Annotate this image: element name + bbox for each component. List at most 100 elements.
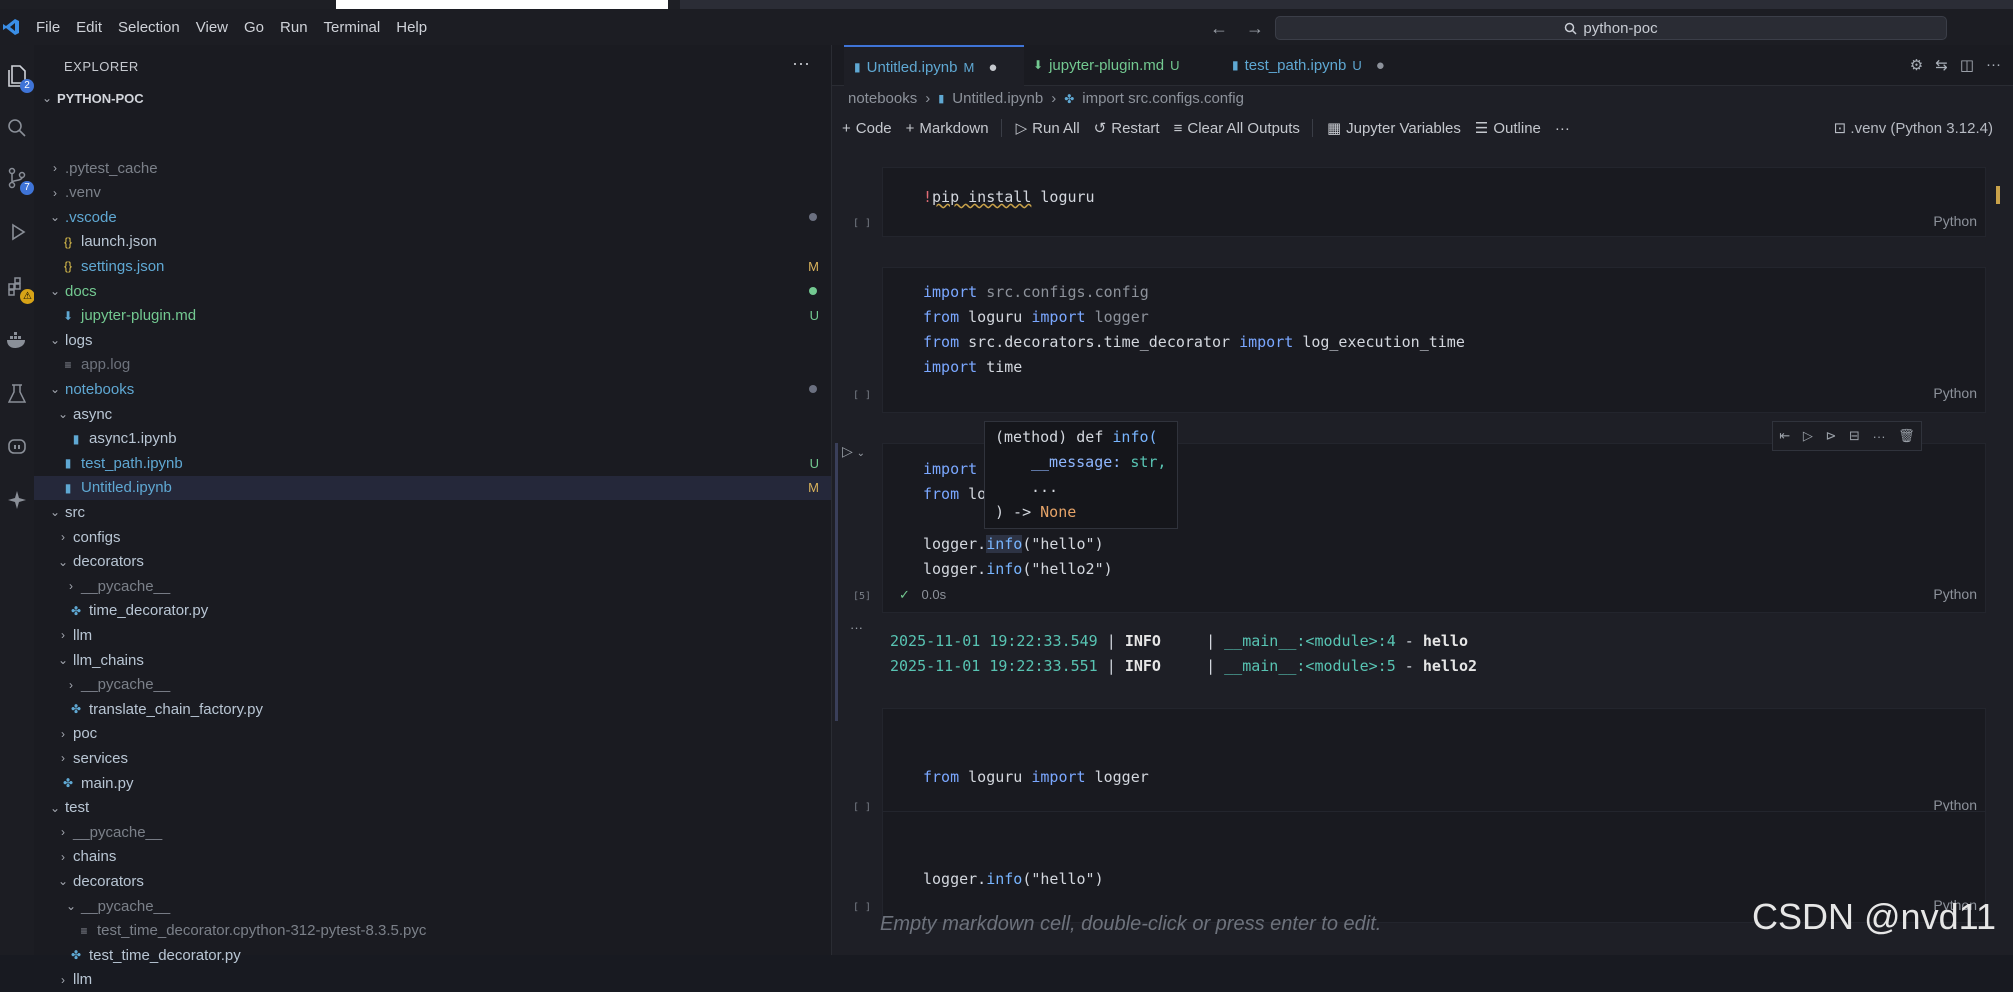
chevron-right-icon[interactable]: ›: [56, 825, 70, 839]
breadcrumb-item[interactable]: notebooks: [848, 90, 917, 107]
more-actions-icon[interactable]: ···: [1555, 120, 1570, 137]
cell-language[interactable]: Python: [1933, 586, 1977, 602]
docker-icon[interactable]: [4, 327, 30, 353]
chevron-down-icon[interactable]: ⌄: [56, 555, 70, 569]
chevron-down-icon[interactable]: ⌄: [48, 801, 62, 815]
tree-file[interactable]: {} launch.json: [34, 230, 831, 254]
compare-changes-icon[interactable]: ⇆: [1935, 56, 1948, 74]
chevron-down-icon[interactable]: ⌄: [48, 505, 62, 519]
tree-file[interactable]: ✤ test_time_decorator.py: [34, 943, 831, 967]
command-center-search[interactable]: python-poc: [1275, 16, 1947, 40]
chevron-down-icon[interactable]: ⌄: [56, 874, 70, 888]
source-control-icon[interactable]: 7: [4, 165, 34, 195]
output-more-icon[interactable]: ···: [850, 620, 863, 635]
tree-file[interactable]: ✤ main.py: [34, 771, 831, 795]
run-cell-icon[interactable]: ▷: [1803, 428, 1813, 444]
chevron-right-icon[interactable]: ›: [56, 850, 70, 864]
chevron-down-icon[interactable]: ⌄: [48, 382, 62, 396]
search-icon[interactable]: [4, 115, 30, 141]
tree-folder[interactable]: ⌄ decorators: [34, 550, 831, 574]
menu-help[interactable]: Help: [396, 19, 427, 36]
tree-folder[interactable]: › __pycache__: [34, 574, 831, 598]
run-above-icon[interactable]: ⇤: [1779, 428, 1790, 444]
chevron-right-icon[interactable]: ›: [64, 579, 78, 593]
chevron-down-icon[interactable]: ⌄: [56, 407, 70, 421]
tree-folder[interactable]: ⌄ src: [34, 500, 831, 524]
tree-file[interactable]: ▮ async1.ipynb: [34, 427, 831, 451]
sparkle-icon[interactable]: [4, 487, 30, 513]
menu-terminal[interactable]: Terminal: [324, 19, 381, 36]
tree-folder[interactable]: ⌄ __pycache__: [34, 894, 831, 918]
tab-untitled[interactable]: ▮ Untitled.ipynb M ●: [844, 45, 1024, 87]
code-cell[interactable]: !pip install loguru [ ] Python: [853, 167, 1986, 237]
chevron-down-icon[interactable]: ⌄: [48, 210, 62, 224]
gear-icon[interactable]: ⚙: [1910, 56, 1923, 74]
tree-folder[interactable]: ⌄ test: [34, 796, 831, 820]
explorer-files-icon[interactable]: 2: [4, 63, 34, 93]
chevron-right-icon[interactable]: ›: [56, 628, 70, 642]
testing-flask-icon[interactable]: [4, 381, 30, 407]
add-markdown-button[interactable]: + Markdown: [906, 120, 989, 137]
tree-folder[interactable]: ⌄ async: [34, 402, 831, 426]
tree-folder[interactable]: › .pytest_cache: [34, 156, 831, 180]
tree-file[interactable]: ▮ Untitled.ipynb M: [34, 475, 831, 500]
menu-go[interactable]: Go: [244, 19, 264, 36]
outline-button[interactable]: ☰ Outline: [1475, 119, 1541, 138]
chevron-right-icon[interactable]: ›: [56, 751, 70, 765]
unsaved-dot-icon[interactable]: ●: [1376, 57, 1385, 74]
menu-edit[interactable]: Edit: [76, 19, 102, 36]
tree-file[interactable]: ✤ time_decorator.py: [34, 599, 831, 623]
run-below-icon[interactable]: ⊳: [1825, 428, 1836, 444]
tree-folder[interactable]: › __pycache__: [34, 673, 831, 697]
tree-file[interactable]: {} settings.json M: [34, 254, 831, 278]
tree-folder[interactable]: › services: [34, 746, 831, 770]
cell-language[interactable]: Python: [1933, 213, 1977, 229]
copilot-robot-icon[interactable]: [4, 433, 30, 459]
empty-markdown-cell[interactable]: Empty markdown cell, double-click or pre…: [880, 913, 1381, 936]
chevron-right-icon[interactable]: ›: [48, 186, 62, 200]
tree-file[interactable]: ✤ translate_chain_factory.py: [34, 697, 831, 721]
tree-folder[interactable]: › .venv: [34, 181, 831, 205]
chevron-down-icon[interactable]: ⌄: [56, 653, 70, 667]
breadcrumb-item[interactable]: Untitled.ipynb: [952, 90, 1043, 107]
chevron-right-icon[interactable]: ›: [48, 161, 62, 175]
tree-folder[interactable]: › poc: [34, 722, 831, 746]
chevron-down-icon[interactable]: ⌄: [48, 333, 62, 347]
run-cell-icon[interactable]: ▷ ⌄: [842, 443, 865, 460]
arrow-back-icon[interactable]: ←: [1210, 18, 1228, 39]
extensions-icon[interactable]: ⚠: [4, 273, 35, 304]
tab-test-path[interactable]: ▮ test_path.ipynb U ●: [1232, 45, 1412, 85]
menu-run[interactable]: Run: [280, 19, 308, 36]
tree-folder[interactable]: › configs: [34, 525, 831, 549]
tree-folder[interactable]: › __pycache__: [34, 820, 831, 844]
split-editor-icon[interactable]: ◫: [1960, 56, 1974, 74]
tree-folder[interactable]: ⌄ decorators: [34, 869, 831, 893]
breadcrumb-item[interactable]: import src.configs.config: [1082, 90, 1244, 107]
run-all-button[interactable]: ▷ Run All: [1016, 119, 1080, 138]
tree-file[interactable]: ⬇ jupyter-plugin.md U: [34, 304, 831, 328]
clear-outputs-button[interactable]: ≡ Clear All Outputs: [1174, 120, 1300, 137]
tree-folder[interactable]: ⌄ .vscode: [34, 205, 831, 229]
tree-folder[interactable]: › llm: [34, 623, 831, 647]
menu-view[interactable]: View: [196, 19, 228, 36]
menu-file[interactable]: File: [36, 19, 60, 36]
cell-language[interactable]: Python: [1933, 385, 1977, 401]
chevron-right-icon[interactable]: ›: [56, 530, 70, 544]
more-actions-icon[interactable]: ···: [792, 53, 810, 74]
tree-folder[interactable]: › chains: [34, 845, 831, 869]
tree-root[interactable]: ⌄ PYTHON-POC: [34, 86, 831, 110]
tab-jupyter-plugin[interactable]: ⬇ jupyter-plugin.md U: [1027, 45, 1213, 85]
trash-icon[interactable]: 🗑: [1898, 428, 1915, 444]
chevron-right-icon[interactable]: ›: [56, 973, 70, 987]
tree-folder[interactable]: ⌄ notebooks: [34, 377, 831, 401]
restart-button[interactable]: ↺ Restart: [1094, 119, 1160, 138]
add-code-button[interactable]: + Code: [842, 120, 892, 137]
chevron-down-icon[interactable]: ⌄: [48, 284, 62, 298]
more-actions-icon[interactable]: ···: [1986, 56, 2001, 74]
arrow-forward-icon[interactable]: →: [1246, 18, 1264, 39]
tree-folder[interactable]: ⌄ logs: [34, 328, 831, 352]
tree-folder[interactable]: ⌄ llm_chains: [34, 648, 831, 672]
tree-folder[interactable]: ⌄ docs: [34, 279, 831, 303]
chevron-right-icon[interactable]: ›: [56, 727, 70, 741]
run-debug-icon[interactable]: [4, 219, 30, 245]
